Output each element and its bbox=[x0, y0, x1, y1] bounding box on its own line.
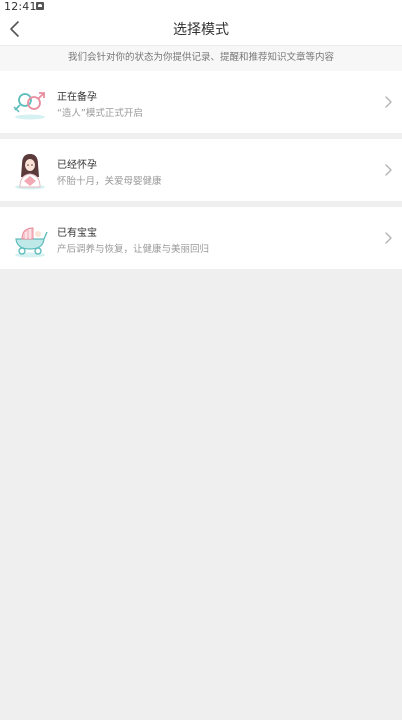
status-bar: 12:41 bbox=[0, 0, 402, 13]
tip-text: 我们会针对你的状态为你提供记录、提醒和推荐知识文章等内容 bbox=[67, 52, 334, 63]
chevron-right-icon bbox=[385, 96, 392, 108]
page-title: 选择模式 bbox=[173, 22, 229, 38]
gender-symbols-icon bbox=[13, 92, 45, 120]
pregnant-woman-icon bbox=[15, 154, 45, 190]
baby-stroller-icon bbox=[15, 227, 48, 258]
mode-item-preparing[interactable]: 正在备孕 “造人”模式正式开启 bbox=[0, 71, 402, 133]
mode-description: 产后调养与恢复，让健康与美丽回归 bbox=[57, 244, 210, 255]
chevron-right-icon bbox=[385, 232, 392, 244]
tip-bar: 我们会针对你的状态为你提供记录、提醒和推荐知识文章等内容 bbox=[0, 45, 402, 71]
mode-description: “造人”模式正式开启 bbox=[57, 108, 143, 119]
mode-item-has-baby[interactable]: 已有宝宝 产后调养与恢复，让健康与美丽回归 bbox=[0, 207, 402, 269]
status-time: 12:41 bbox=[4, 0, 37, 13]
mode-title: 已经怀孕 bbox=[57, 160, 97, 171]
mode-title: 正在备孕 bbox=[57, 92, 97, 103]
screen: 12:41 选择模式 我们会针对你的状态为你提供记录、提醒和推荐知识文章等内容 … bbox=[0, 0, 402, 720]
nav-bar: 选择模式 bbox=[0, 13, 402, 45]
mode-description: 怀胎十月，关爱母婴健康 bbox=[57, 176, 162, 187]
mode-title: 已有宝宝 bbox=[57, 228, 97, 239]
chevron-right-icon bbox=[385, 164, 392, 176]
notification-icon bbox=[36, 2, 44, 10]
mode-item-pregnant[interactable]: 已经怀孕 怀胎十月，关爱母婴健康 bbox=[0, 139, 402, 201]
